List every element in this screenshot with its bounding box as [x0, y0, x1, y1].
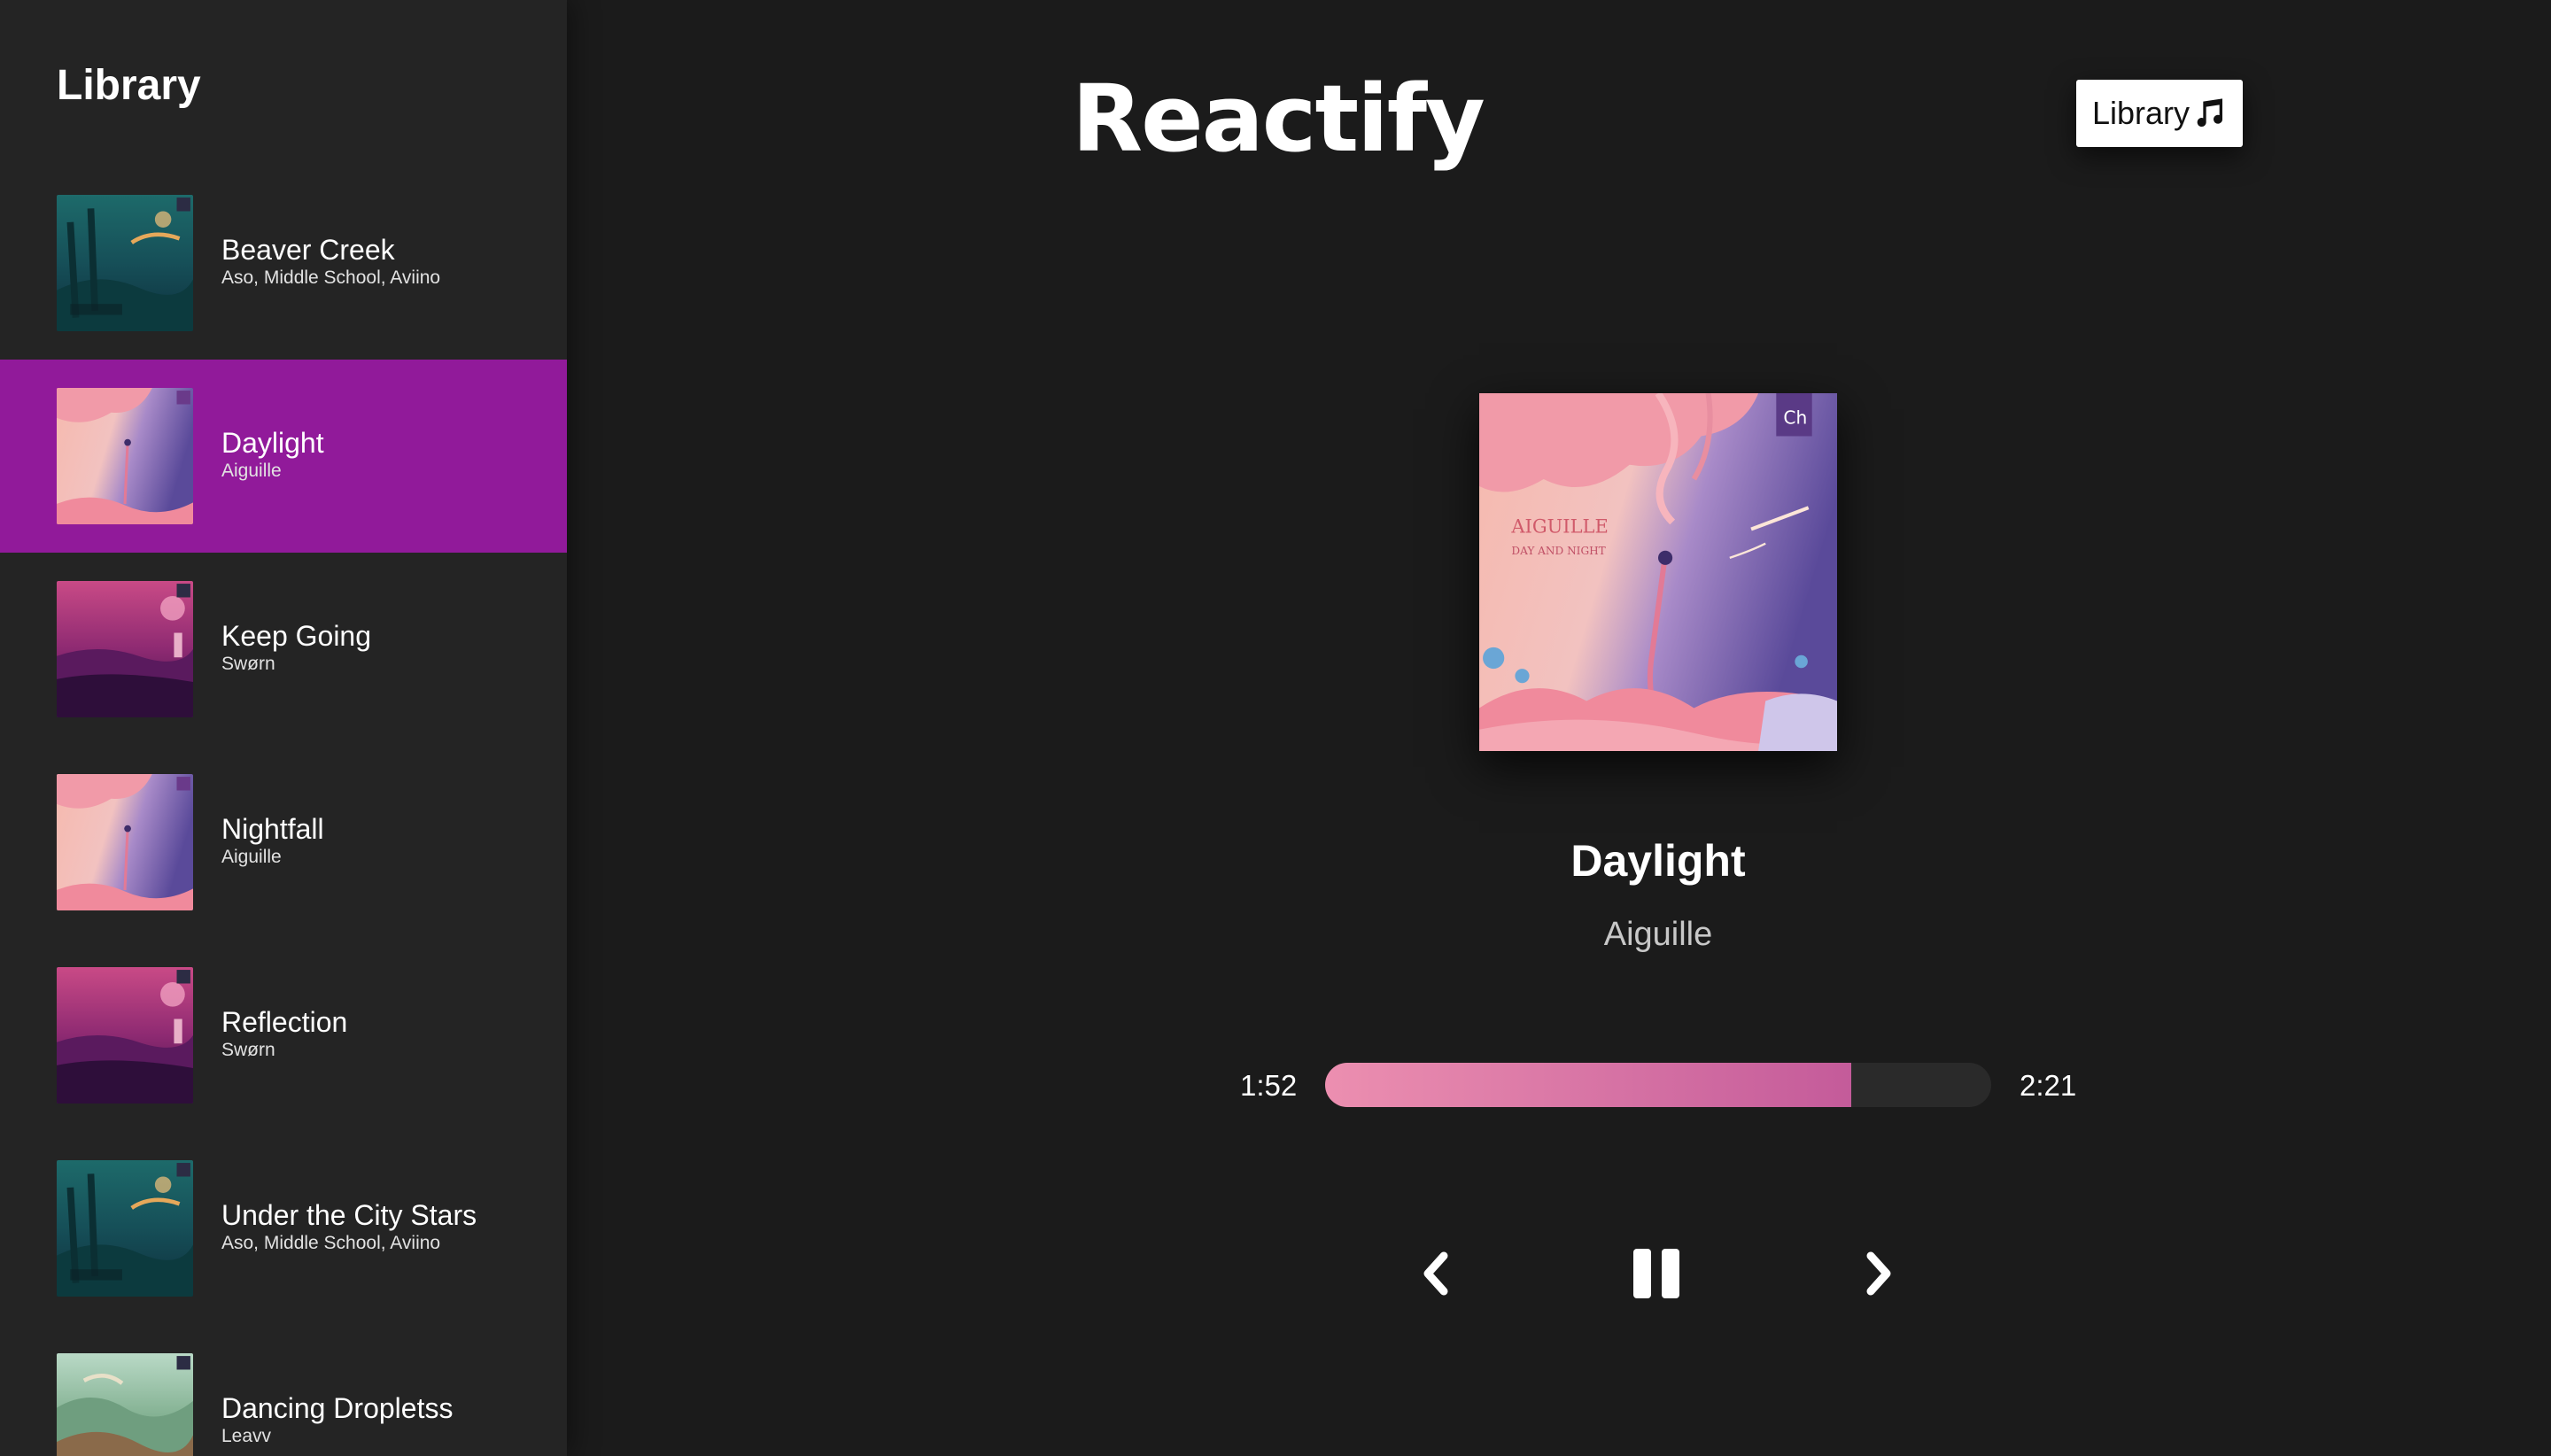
song-cover-image: [57, 581, 193, 717]
svg-text:AIGUILLE: AIGUILLE: [1510, 516, 1608, 538]
progress-bar[interactable]: [1325, 1063, 1991, 1107]
song-item-daylight[interactable]: Daylight Aiguille: [0, 360, 567, 553]
song-artist: Aiguille: [221, 847, 282, 867]
pause-button[interactable]: [1630, 1240, 1683, 1307]
pause-icon: [1630, 1240, 1683, 1307]
music-note-icon: [2191, 96, 2227, 131]
svg-text:Ch: Ch: [1783, 407, 1807, 428]
song-artist: Leavv: [221, 1426, 272, 1446]
song-artist: Aso, Middle School, Aviino: [221, 1233, 441, 1253]
library-toggle-button[interactable]: Library: [2076, 80, 2243, 147]
song-item-keep-going[interactable]: Keep Going Swørn: [0, 553, 567, 746]
app-window: Library Beaver Creek Aso, Middle School,…: [0, 0, 2551, 1456]
song-text: Keep Going Swørn: [221, 620, 371, 677]
progress-fill: [1325, 1063, 1852, 1107]
next-track-button[interactable]: [1862, 1240, 1897, 1307]
song-text: Reflection Swørn: [221, 1006, 347, 1063]
app-logo: Reactify: [1072, 65, 1485, 173]
song-artist: Aiguille: [221, 461, 282, 481]
previous-track-button[interactable]: [1417, 1240, 1453, 1307]
song-list: Beaver Creek Aso, Middle School, Aviino: [0, 167, 567, 1456]
song-artist: Swørn: [221, 654, 275, 674]
song-cover-image: [57, 967, 193, 1104]
song-item-reflection[interactable]: Reflection Swørn: [0, 939, 567, 1132]
song-item-under-the-city-stars[interactable]: Under the City Stars Aso, Middle School,…: [0, 1132, 567, 1325]
now-playing-artist: Aiguille: [1603, 916, 1713, 953]
total-time: 2:21: [2020, 1069, 2077, 1102]
library-button-label: Library: [2091, 95, 2190, 131]
sidebar-title: Library: [57, 62, 201, 109]
current-time: 1:52: [1240, 1069, 1298, 1102]
song-name: Dancing Dropletss: [221, 1392, 454, 1424]
song-name: Nightfall: [221, 813, 324, 845]
song-text: Under the City Stars Aso, Middle School,…: [221, 1199, 477, 1256]
song-text: Daylight Aiguille: [221, 427, 324, 484]
song-cover-image: [57, 774, 193, 910]
song-name: Under the City Stars: [221, 1199, 477, 1231]
song-artist: Aso, Middle School, Aviino: [221, 267, 441, 288]
song-item-beaver-creek[interactable]: Beaver Creek Aso, Middle School, Aviino: [0, 167, 567, 360]
song-text: Beaver Creek Aso, Middle School, Aviino: [221, 234, 440, 290]
song-cover-image: [57, 388, 193, 524]
song-text: Dancing Dropletss Leavv: [221, 1392, 453, 1449]
song-item-nightfall[interactable]: Nightfall Aiguille: [0, 746, 567, 939]
song-name: Reflection: [221, 1006, 348, 1038]
chevron-right-icon: [1862, 1240, 1897, 1307]
song-cover-image: [57, 1353, 193, 1456]
song-name: Beaver Creek: [221, 234, 395, 266]
song-artist: Swørn: [221, 1040, 275, 1060]
song-text: Nightfall Aiguille: [221, 813, 324, 870]
song-name: Keep Going: [221, 620, 372, 652]
song-cover-image: [57, 1160, 193, 1297]
now-playing-title: Daylight: [1570, 836, 1746, 886]
svg-text:DAY AND NIGHT: DAY AND NIGHT: [1511, 545, 1605, 557]
library-sidebar: Library Beaver Creek Aso, Middle School,…: [0, 0, 567, 1456]
album-cover-image: AIGUILLE DAY AND NIGHT Ch: [1479, 393, 1837, 751]
song-item-dancing-dropletss[interactable]: Dancing Dropletss Leavv: [0, 1325, 567, 1456]
chevron-left-icon: [1417, 1240, 1453, 1307]
song-name: Daylight: [221, 427, 324, 459]
song-cover-image: [57, 195, 193, 331]
